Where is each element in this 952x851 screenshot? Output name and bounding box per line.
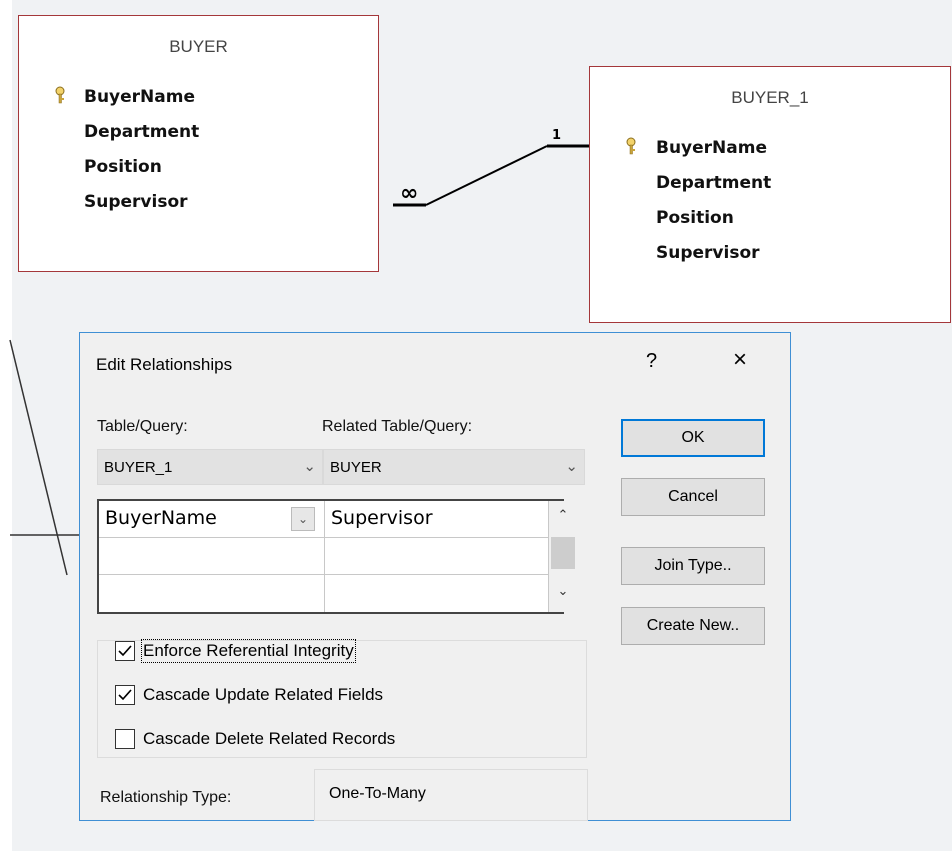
other-relationship-line — [9, 339, 68, 576]
scroll-thumb[interactable] — [551, 537, 575, 569]
field-supervisor[interactable]: Supervisor — [84, 192, 188, 212]
cascade-update-checkbox[interactable] — [115, 685, 135, 705]
table-query-select[interactable]: BUYER_1 ⌄ — [97, 449, 323, 485]
cascade-update-label[interactable]: Cascade Update Related Fields — [143, 685, 383, 705]
field-position[interactable]: Position — [656, 208, 734, 228]
field-department[interactable]: Department — [656, 173, 771, 193]
primary-key-icon — [626, 137, 636, 155]
grid-scrollbar[interactable]: ⌃ ⌄ — [549, 501, 577, 612]
primary-key-icon — [55, 86, 65, 104]
relationship-type-value: One-To-Many — [329, 785, 426, 802]
table-title: BUYER_1 — [731, 88, 809, 107]
table-query-value: BUYER_1 — [104, 459, 173, 476]
enforce-referential-integrity-checkbox[interactable] — [115, 641, 135, 661]
cascade-delete-checkbox[interactable] — [115, 729, 135, 749]
left-field-value: BuyerName — [105, 507, 217, 529]
relationship-line — [425, 145, 548, 206]
integrity-options-group: Enforce Referential Integrity Cascade Up… — [97, 639, 587, 758]
field-mapping-grid[interactable]: BuyerName ⌄ Supervisor ⌃ ⌄ — [97, 499, 577, 614]
scroll-up-icon[interactable]: ⌃ — [549, 507, 577, 523]
relationship-type-label: Relationship Type: — [100, 789, 232, 806]
dialog-title: Edit Relationships — [96, 355, 233, 374]
chevron-down-icon: ⌄ — [565, 458, 578, 475]
create-new-button[interactable]: Create New.. — [621, 607, 765, 645]
chevron-down-icon: ⌄ — [303, 458, 316, 475]
field-department[interactable]: Department — [84, 122, 199, 142]
grid-cell[interactable] — [325, 575, 549, 612]
many-symbol: ∞ — [400, 181, 418, 206]
table-query-label: Table/Query: — [97, 418, 188, 435]
relationship-type-value-box: One-To-Many — [314, 769, 588, 821]
related-table-query-select[interactable]: BUYER ⌄ — [323, 449, 585, 485]
cascade-delete-label[interactable]: Cascade Delete Related Records — [143, 729, 395, 749]
grid-cell[interactable] — [99, 538, 325, 575]
one-symbol: 1 — [552, 128, 561, 143]
close-icon[interactable]: × — [725, 346, 755, 374]
table-buyer[interactable]: BUYER BuyerName Department Position Supe… — [18, 15, 379, 272]
related-table-query-label: Related Table/Query: — [322, 418, 473, 435]
table-title: BUYER — [169, 37, 228, 56]
grid-cell[interactable]: BuyerName ⌄ — [99, 501, 325, 538]
grid-cell[interactable]: Supervisor — [325, 501, 549, 538]
field-position[interactable]: Position — [84, 157, 162, 177]
right-field-value: Supervisor — [331, 507, 433, 529]
ok-button[interactable]: OK — [621, 419, 765, 457]
grid-cell[interactable] — [99, 575, 325, 612]
table-buyer-1[interactable]: BUYER_1 BuyerName Department Position Su… — [589, 66, 951, 323]
enforce-referential-integrity-label[interactable]: Enforce Referential Integrity — [141, 639, 356, 663]
related-table-query-value: BUYER — [330, 459, 382, 476]
join-type-button[interactable]: Join Type.. — [621, 547, 765, 585]
help-button[interactable]: ? — [646, 350, 657, 373]
grid-cell[interactable] — [325, 538, 549, 575]
field-supervisor[interactable]: Supervisor — [656, 243, 760, 263]
scroll-down-icon[interactable]: ⌄ — [549, 583, 577, 599]
checkmark-icon — [118, 689, 132, 701]
cancel-button[interactable]: Cancel — [621, 478, 765, 516]
edit-relationships-dialog: Edit Relationships ? × Table/Query: Rela… — [79, 332, 791, 821]
chevron-down-icon[interactable]: ⌄ — [291, 507, 315, 531]
checkmark-icon — [118, 645, 132, 657]
field-buyername[interactable]: BuyerName — [656, 138, 767, 158]
field-buyername[interactable]: BuyerName — [84, 87, 195, 107]
